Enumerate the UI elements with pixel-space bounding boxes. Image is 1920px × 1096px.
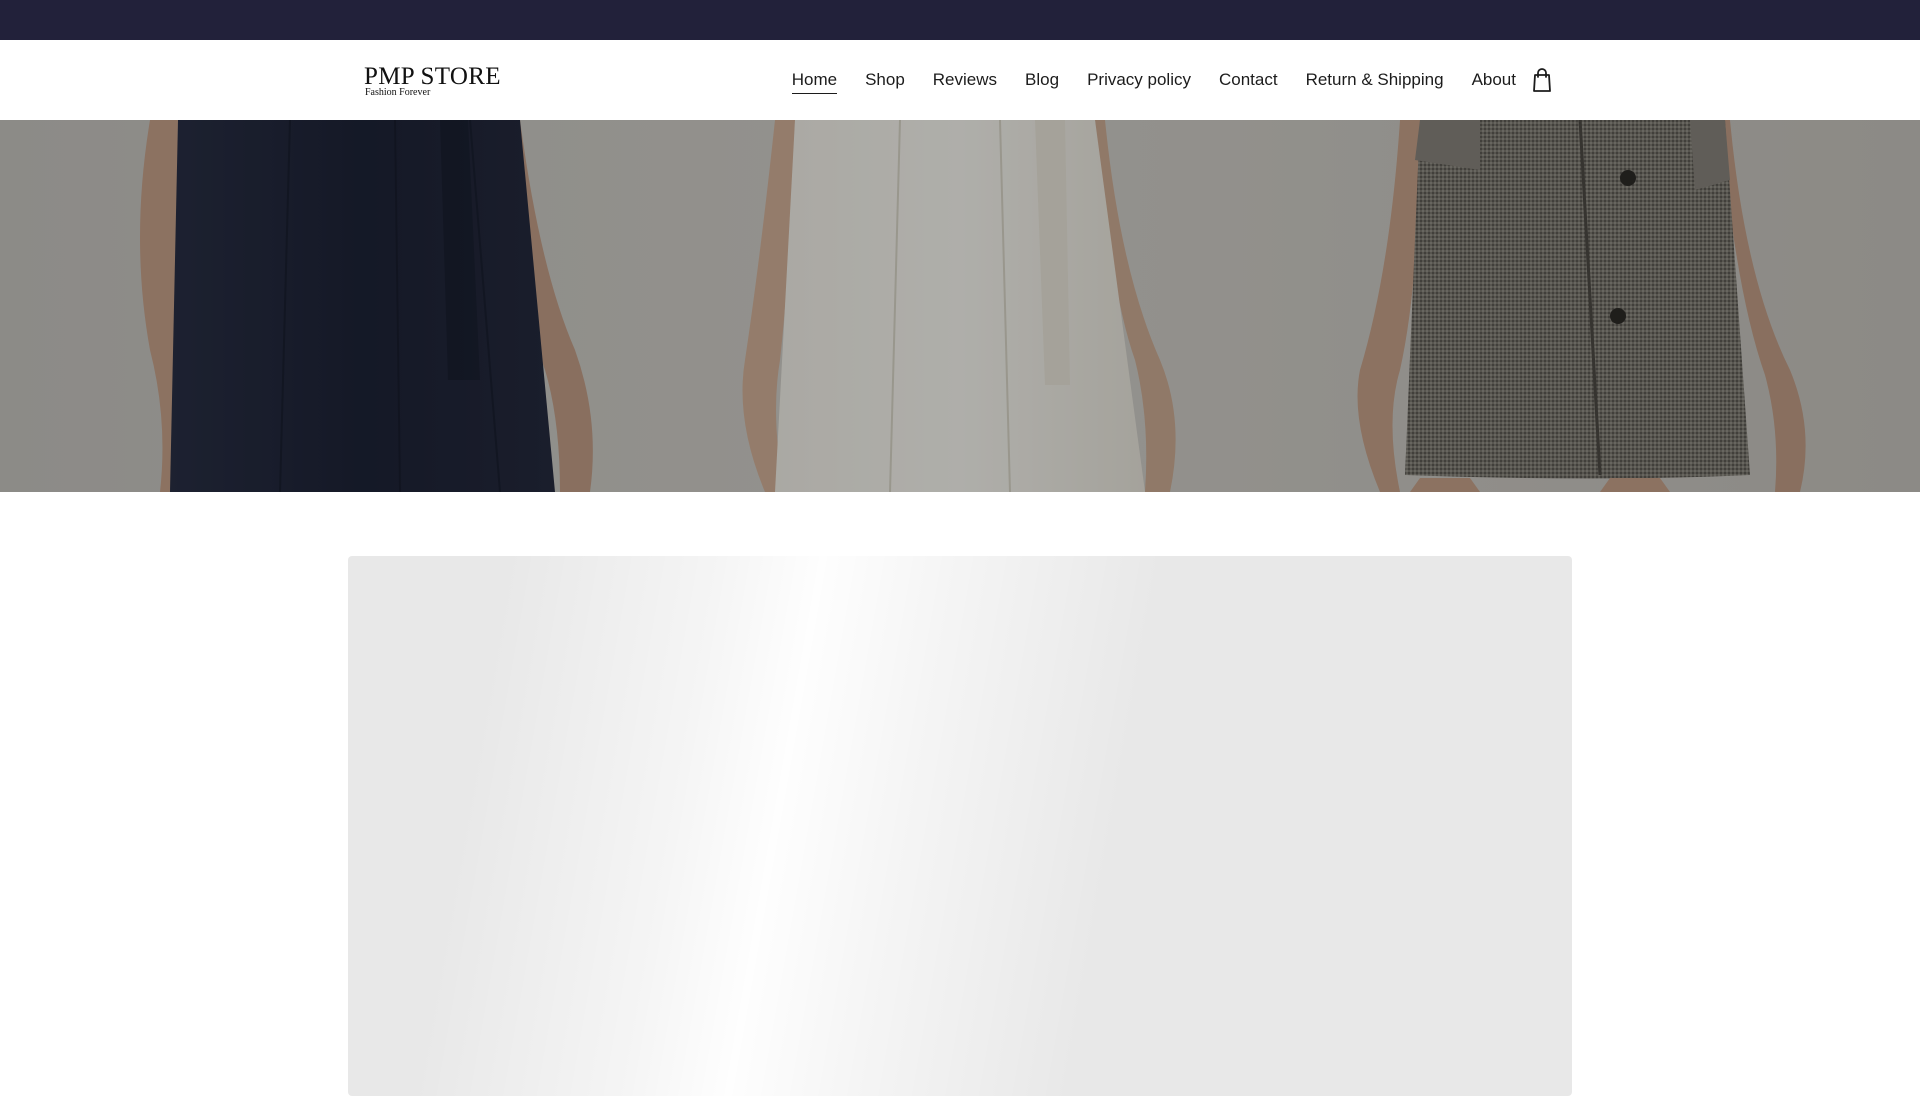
skeleton-shimmer: [348, 556, 1572, 1096]
main-nav: Home Shop Reviews Blog Privacy policy Co…: [791, 40, 1516, 120]
nav-privacy-policy[interactable]: Privacy policy: [1087, 67, 1191, 93]
hero-overlay: [0, 120, 1920, 492]
nav-reviews[interactable]: Reviews: [933, 67, 997, 93]
store-logo[interactable]: PMP STORE Fashion Forever: [364, 63, 504, 98]
announcement-bar: [0, 0, 1920, 40]
shopping-bag-icon: [1533, 68, 1551, 92]
nav-about[interactable]: About: [1472, 67, 1516, 93]
nav-home[interactable]: Home: [791, 67, 838, 94]
hero-banner: [0, 120, 1920, 492]
nav-shop[interactable]: Shop: [865, 67, 905, 93]
header-inner: PMP STORE Fashion Forever Home Shop Revi…: [364, 40, 1556, 120]
site-header: PMP STORE Fashion Forever Home Shop Revi…: [0, 40, 1920, 120]
nav-blog[interactable]: Blog: [1025, 67, 1059, 93]
nav-return-shipping[interactable]: Return & Shipping: [1306, 67, 1444, 93]
image-skeleton: [348, 556, 1572, 1096]
cart-button[interactable]: [1528, 66, 1556, 94]
logo-title: PMP STORE: [364, 63, 501, 90]
nav-contact[interactable]: Contact: [1219, 67, 1278, 93]
